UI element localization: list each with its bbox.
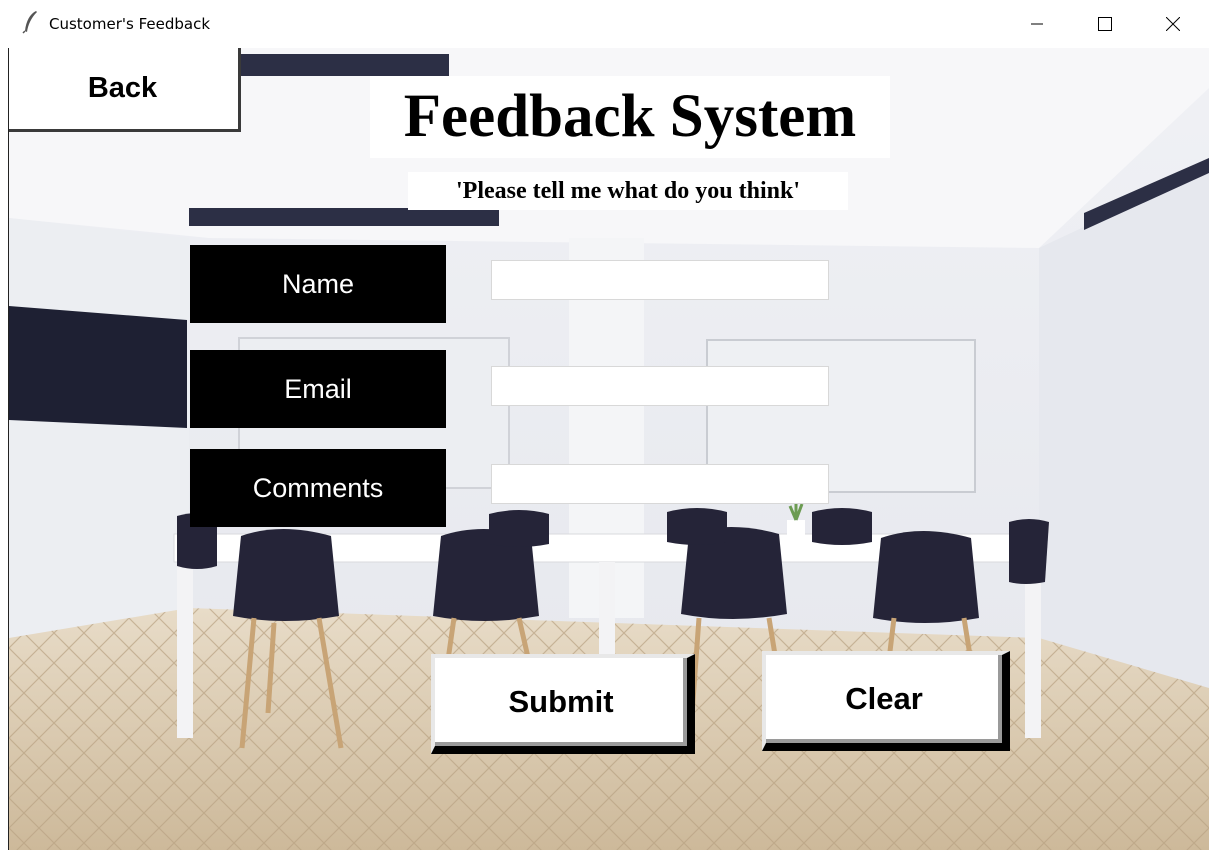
window-border [0, 48, 9, 850]
feather-icon [22, 11, 37, 34]
page-title: Feedback System [370, 76, 890, 158]
name-label: Name [190, 245, 446, 323]
name-input[interactable] [491, 260, 829, 300]
maximize-icon [1098, 17, 1112, 31]
email-input[interactable] [491, 366, 829, 406]
minimize-button[interactable] [1003, 0, 1071, 48]
maximize-button[interactable] [1071, 0, 1139, 48]
minimize-icon [1031, 23, 1043, 25]
email-label: Email [190, 350, 446, 428]
clear-button[interactable]: Clear [762, 651, 1010, 751]
page-subtitle: 'Please tell me what do you think' [408, 172, 848, 210]
window-title: Customer's Feedback [49, 15, 211, 33]
comments-input[interactable] [491, 464, 829, 504]
close-icon [1166, 17, 1180, 31]
submit-button[interactable]: Submit [431, 654, 695, 754]
close-button[interactable] [1139, 0, 1207, 48]
back-button[interactable]: Back [9, 48, 241, 132]
window-title-bar: Customer's Feedback [0, 0, 1209, 48]
feedback-window: Back Feedback System 'Please tell me wha… [9, 48, 1209, 850]
comments-label: Comments [190, 449, 446, 527]
